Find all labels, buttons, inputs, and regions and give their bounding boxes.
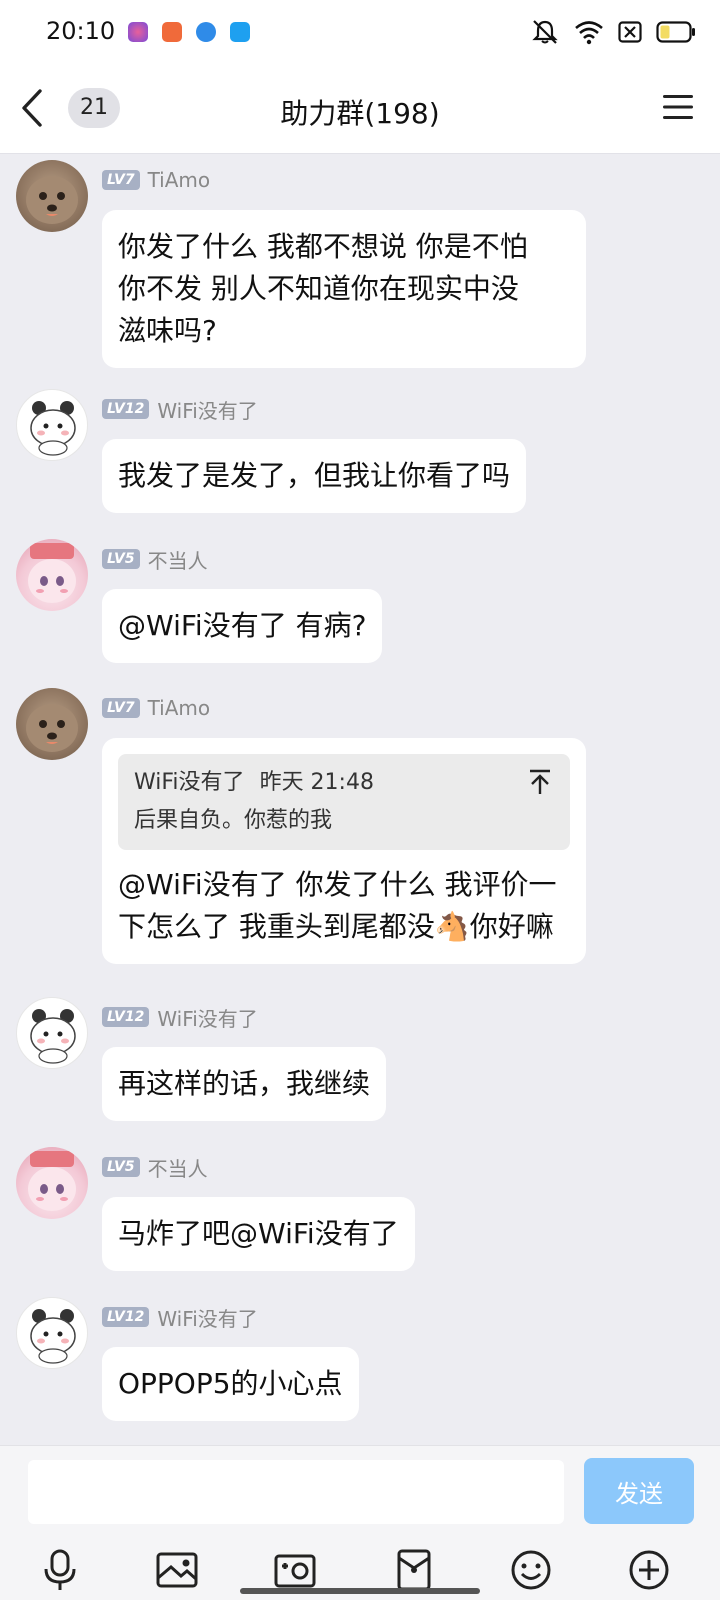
page-title: 助力群(198) <box>280 97 440 130</box>
notification-app-icon-2 <box>162 22 182 42</box>
microphone-icon[interactable] <box>38 1548 82 1592</box>
quote-time: 昨天 21:48 <box>259 770 374 795</box>
message-text: 我发了是发了，但我让你看了吗 <box>118 459 511 492</box>
dog-avatar-icon <box>26 176 78 224</box>
panda-avatar-icon <box>30 401 76 456</box>
level-badge: LV5 <box>102 1157 140 1177</box>
anime-girl-avatar-icon <box>28 1151 76 1211</box>
panda-avatar-icon <box>30 1309 76 1364</box>
message-bubble[interactable]: OPPOP5的小心点 <box>102 1347 359 1421</box>
sender-row: LV7 TiAmo <box>102 168 210 192</box>
sender-name[interactable]: TiAmo <box>148 696 211 720</box>
level-badge: LV5 <box>102 549 140 569</box>
sender-row: LV5 不当人 <box>102 545 208 574</box>
anime-girl-avatar-icon <box>28 543 76 603</box>
message-item: LV12 WiFi没有了 我发了是发了，但我让你看了吗 <box>0 389 720 513</box>
message-bubble[interactable]: WiFi没有了 昨天 21:48 后果自负。你惹的我 @WiFi没有了 你发了什… <box>102 738 586 964</box>
message-item: LV12 WiFi没有了 OPPOP5的小心点 <box>0 1297 720 1421</box>
avatar[interactable] <box>16 1147 88 1219</box>
quoted-message[interactable]: WiFi没有了 昨天 21:48 后果自负。你惹的我 <box>118 754 570 850</box>
avatar[interactable] <box>16 389 88 461</box>
message-bubble[interactable]: 再这样的话，我继续 <box>102 1047 387 1121</box>
message-bubble[interactable]: 马炸了吧@WiFi没有了 <box>102 1197 415 1271</box>
sender-row: LV12 WiFi没有了 <box>102 1003 258 1032</box>
message-item: LV7 TiAmo WiFi没有了 昨天 21:48 后果自负。你惹的我 @Wi… <box>0 688 720 968</box>
message-bubble[interactable]: 你发了什么 我都不想说 你是不怕 你不发 别人不知道你在现实中没 滋味吗? <box>102 210 586 368</box>
avatar[interactable] <box>16 688 88 760</box>
sender-row: LV7 TiAmo <box>102 696 210 720</box>
notification-app-icon-4 <box>230 22 250 42</box>
level-badge: LV12 <box>102 399 150 419</box>
sender-name[interactable]: WiFi没有了 <box>157 395 258 424</box>
avatar[interactable] <box>16 160 88 232</box>
notification-app-icon-1 <box>128 22 148 42</box>
message-text: OPPOP5的小心点 <box>118 1367 343 1400</box>
message-item: LV12 WiFi没有了 再这样的话，我继续 <box>0 997 720 1121</box>
emoji-icon[interactable] <box>509 1548 553 1592</box>
level-badge: LV12 <box>102 1007 150 1027</box>
input-bar: 发送 <box>0 1445 720 1600</box>
red-packet-icon[interactable] <box>392 1548 436 1592</box>
level-badge: LV7 <box>102 170 140 190</box>
message-text: 马炸了吧@WiFi没有了 <box>118 1217 399 1250</box>
message-text: @WiFi没有了 有病? <box>118 609 367 642</box>
sender-row: LV5 不当人 <box>102 1153 208 1182</box>
panda-avatar-icon <box>30 1009 76 1064</box>
message-text: 再这样的话，我继续 <box>118 1067 371 1100</box>
sender-name[interactable]: WiFi没有了 <box>157 1303 258 1332</box>
message-input[interactable] <box>28 1460 564 1524</box>
notification-app-icon-3 <box>196 22 216 42</box>
sender-row: LV12 WiFi没有了 <box>102 395 258 424</box>
quote-sender: WiFi没有了 <box>134 770 245 795</box>
message-item: LV7 TiAmo 你发了什么 我都不想说 你是不怕 你不发 别人不知道你在现实… <box>0 160 720 368</box>
level-badge: LV7 <box>102 698 140 718</box>
sender-name[interactable]: WiFi没有了 <box>157 1003 258 1032</box>
message-bubble[interactable]: @WiFi没有了 有病? <box>102 589 383 663</box>
message-item: LV5 不当人 @WiFi没有了 有病? <box>0 539 720 663</box>
menu-icon[interactable] <box>662 92 694 122</box>
battery-icon <box>656 21 695 43</box>
dog-avatar-icon <box>26 704 78 752</box>
mute-bell-icon <box>532 20 558 44</box>
chat-header: 21 助力群(198) <box>0 64 720 154</box>
sender-name[interactable]: 不当人 <box>148 1153 208 1182</box>
sender-name[interactable]: 不当人 <box>148 545 208 574</box>
message-text-line: 你不发 别人不知道你在现实中没 <box>118 272 519 305</box>
sender-name[interactable]: TiAmo <box>148 168 211 192</box>
home-indicator[interactable] <box>240 1588 480 1594</box>
sender-row: LV12 WiFi没有了 <box>102 1303 258 1332</box>
image-icon[interactable] <box>155 1548 199 1592</box>
avatar[interactable] <box>16 539 88 611</box>
chat-message-list[interactable]: LV7 TiAmo 你发了什么 我都不想说 你是不怕 你不发 别人不知道你在现实… <box>0 155 720 1445</box>
plus-icon[interactable] <box>627 1548 671 1592</box>
status-time: 20:10 <box>46 17 116 45</box>
message-bubble[interactable]: 我发了是发了，但我让你看了吗 <box>102 439 527 513</box>
send-button[interactable]: 发送 <box>584 1458 694 1524</box>
jump-to-original-icon[interactable] <box>528 768 552 796</box>
message-text-line: 下怎么了 我重头到尾都没🐴你好嘛 <box>118 910 554 943</box>
no-sim-icon <box>618 21 642 43</box>
status-bar: 20:10 <box>0 0 720 64</box>
avatar[interactable] <box>16 1297 88 1369</box>
camera-icon[interactable] <box>273 1548 317 1592</box>
message-text-line: @WiFi没有了 你发了什么 我评价一 <box>118 868 557 901</box>
message-text-line: 滋味吗? <box>118 314 217 347</box>
avatar[interactable] <box>16 997 88 1069</box>
wifi-icon <box>575 21 603 45</box>
quote-header: WiFi没有了 昨天 21:48 <box>134 766 554 800</box>
message-item: LV5 不当人 马炸了吧@WiFi没有了 <box>0 1147 720 1271</box>
level-badge: LV12 <box>102 1307 150 1327</box>
quote-text: 后果自负。你惹的我 <box>134 808 333 833</box>
message-text-line: 你发了什么 我都不想说 你是不怕 <box>118 230 528 263</box>
